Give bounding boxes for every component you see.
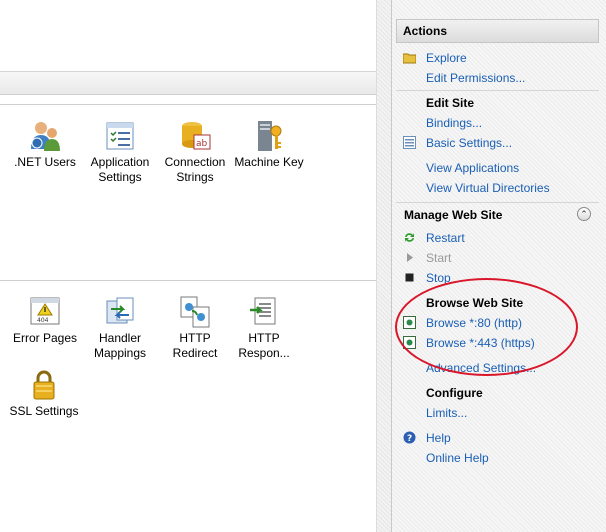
splitter-gutter: [377, 0, 391, 532]
features-view: .NET Users Application Settings ab Conne…: [0, 0, 391, 532]
section-header-edit-site: Edit Site: [396, 90, 599, 112]
group-header-bar: [0, 71, 376, 95]
actions-pane: Actions Explore Edit Permissions... Edit…: [391, 0, 606, 532]
online-help-link[interactable]: Online Help: [426, 451, 489, 465]
view-applications-link[interactable]: View Applications: [426, 161, 519, 175]
section-title-browse-web-site: Browse Web Site: [426, 296, 524, 310]
actions-title: Actions: [403, 24, 448, 38]
feature-label: Connection Strings: [164, 155, 226, 184]
application-settings-icon: [103, 119, 137, 153]
basic-settings-link[interactable]: Basic Settings...: [426, 136, 512, 150]
machine-key-icon: [252, 119, 286, 153]
edit-permissions-link[interactable]: Edit Permissions...: [426, 71, 525, 85]
http-redirect-icon: [178, 295, 212, 329]
feature-label: HTTP Respon...: [238, 331, 290, 360]
collapse-icon[interactable]: ⌃: [577, 207, 591, 221]
folder-icon: [402, 51, 417, 64]
feature-ssl-settings[interactable]: SSL Settings: [8, 368, 80, 419]
svg-text:404: 404: [37, 317, 49, 324]
handler-mappings-icon: [103, 295, 137, 329]
feature-label: Handler Mappings: [93, 331, 147, 360]
advanced-settings-link[interactable]: Advanced Settings...: [426, 361, 536, 375]
actions-header: Actions: [396, 19, 599, 43]
group-divider: [0, 280, 376, 281]
section-title: Edit Site: [426, 96, 475, 110]
section-title-configure: Configure: [426, 386, 483, 400]
start-link[interactable]: Start: [426, 251, 451, 265]
error-pages-icon: 404: [28, 295, 62, 329]
feature-label: Machine Key: [234, 155, 304, 169]
help-link[interactable]: Help: [426, 431, 451, 445]
feature-http-redirect[interactable]: HTTP Redirect: [159, 295, 231, 361]
help-icon: ?: [403, 431, 416, 444]
feature-machine-key[interactable]: Machine Key: [233, 119, 305, 170]
section-header-manage-web-site: Manage Web Site ⌃: [396, 202, 599, 224]
stop-icon: [403, 271, 416, 284]
feature-label: Error Pages: [12, 331, 78, 345]
feature-label: HTTP Redirect: [172, 331, 218, 360]
feature-connection-strings[interactable]: ab Connection Strings: [159, 119, 231, 185]
feature-net-users[interactable]: .NET Users: [9, 119, 81, 170]
browse-icon: [403, 336, 416, 349]
browse-icon: [403, 316, 416, 329]
svg-text:?: ?: [407, 434, 412, 444]
group-divider: [0, 104, 376, 105]
bindings-link[interactable]: Bindings...: [426, 116, 482, 130]
feature-label: .NET Users: [14, 155, 76, 169]
explore-link[interactable]: Explore: [426, 51, 467, 65]
restart-icon: [403, 231, 416, 244]
net-users-icon: [28, 119, 62, 153]
settings-page-icon: [403, 136, 416, 149]
feature-http-response[interactable]: HTTP Respon...: [228, 295, 300, 361]
feature-application-settings[interactable]: Application Settings: [84, 119, 156, 185]
view-virtual-directories-link[interactable]: View Virtual Directories: [426, 181, 550, 195]
feature-handler-mappings[interactable]: Handler Mappings: [84, 295, 156, 361]
http-response-icon: [247, 295, 281, 329]
feature-label: SSL Settings: [9, 404, 79, 418]
limits-link[interactable]: Limits...: [426, 406, 467, 420]
restart-link[interactable]: Restart: [426, 231, 465, 245]
start-icon: [403, 251, 416, 264]
section-title: Manage Web Site: [404, 208, 503, 222]
feature-label: Application Settings: [90, 155, 150, 184]
lock-icon: [27, 368, 61, 402]
svg-text:ab: ab: [196, 139, 208, 149]
feature-error-pages[interactable]: 404 Error Pages: [9, 295, 81, 346]
connection-strings-icon: ab: [178, 119, 212, 153]
browse-http-link[interactable]: Browse *:80 (http): [426, 316, 522, 330]
stop-link[interactable]: Stop: [426, 271, 451, 285]
browse-https-link[interactable]: Browse *:443 (https): [426, 336, 535, 350]
